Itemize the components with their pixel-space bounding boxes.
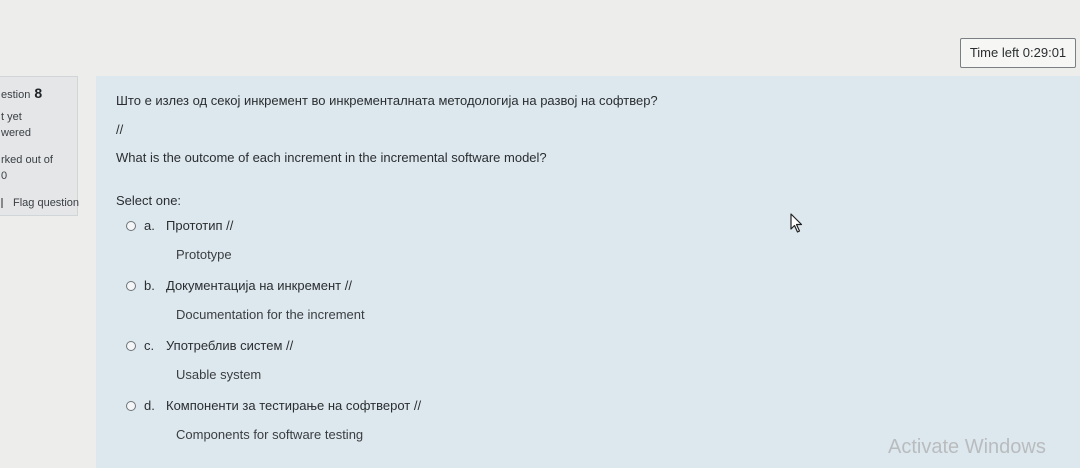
option-d-text-mk: Компоненти за тестирање на софтверот // [166, 398, 422, 413]
option-b-radio[interactable] [126, 280, 136, 291]
option-d-letter: d. [144, 398, 155, 413]
question-content: Што е излез од секој инкремент во инкрем… [96, 76, 1080, 468]
state-text-1: t yet [1, 111, 22, 123]
option-a-letter: a. [144, 218, 155, 233]
option-b-letter: b. [144, 278, 155, 293]
option-d-text-en: Components for software testing [176, 427, 364, 442]
time-left-timer: Time left 0:29:01 [960, 38, 1076, 68]
option-a-text-mk: Прототип // [166, 218, 234, 233]
option-a-text-en: Prototype [176, 247, 232, 262]
question-separator: // [116, 122, 124, 137]
option-b-text-en: Documentation for the increment [176, 307, 365, 322]
option-c[interactable]: c. Употреблив систем // Usable system [126, 338, 294, 382]
question-number-line: estion 8 [1, 85, 42, 101]
select-one-label: Select one: [116, 193, 182, 208]
option-d[interactable]: d. Компоненти за тестирање на софтверот … [126, 398, 422, 442]
option-c-text-en: Usable system [176, 367, 262, 382]
question-text-en: What is the outcome of each increment in… [116, 150, 547, 165]
option-a-radio[interactable] [126, 220, 136, 231]
option-c-letter: c. [144, 338, 155, 353]
option-c-radio[interactable] [126, 340, 136, 351]
question-text-mk: Што е излез од секој инкремент во инкрем… [116, 93, 658, 108]
activate-windows-watermark: Activate Windows [888, 436, 1046, 458]
flag-question-button[interactable]: Flag question [1, 197, 79, 209]
option-d-radio[interactable] [126, 400, 136, 411]
option-b-text-mk: Документација на инкремент // [166, 278, 352, 293]
question-info-panel: estion 8 t yet wered rked out of 0 Flag q… [0, 76, 79, 216]
marked-text-2: 0 [1, 170, 8, 182]
option-a[interactable]: a. Прототип // Prototype [126, 218, 234, 262]
marked-text-1: rked out of [1, 154, 53, 166]
state-text-2: wered [1, 127, 31, 139]
flag-question-label: Flag question [13, 197, 80, 209]
mouse-pointer-icon [790, 213, 803, 233]
question-label: estion [1, 89, 31, 101]
option-c-text-mk: Употреблив систем // [166, 338, 294, 353]
flag-icon [1, 198, 9, 208]
option-b[interactable]: b. Документација на инкремент // Documen… [126, 278, 365, 322]
question-number: 8 [34, 85, 43, 101]
